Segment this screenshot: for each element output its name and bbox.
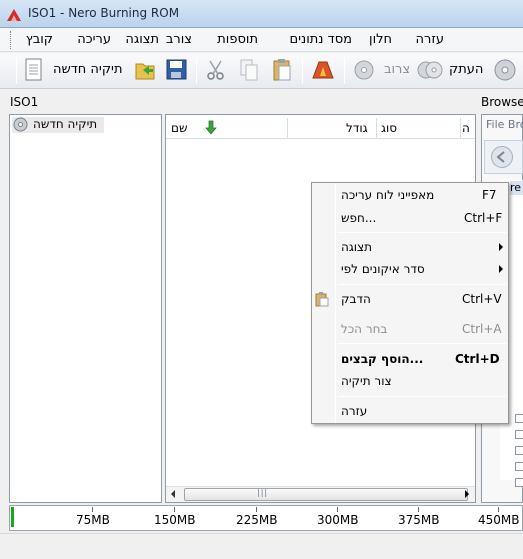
ctx-shortcut: Ctrl+A — [462, 322, 502, 336]
browser-title: Browser — [481, 95, 523, 109]
scroll-left-icon[interactable] — [171, 490, 175, 498]
capacity-label: 450MB — [478, 513, 520, 527]
capacity-label: 225MB — [236, 513, 278, 527]
menu-view[interactable]: תצוגה — [125, 32, 159, 47]
menu-help[interactable]: עזרה — [416, 32, 444, 47]
ctx-add-files[interactable]: הוסף קבצים... — [341, 352, 423, 366]
capacity-tick — [498, 507, 499, 512]
capacity-tick — [174, 507, 175, 512]
copy-disc-icon[interactable] — [417, 56, 443, 84]
dvd-icon[interactable] — [492, 56, 518, 84]
window-title: ISO1 - Nero Burning ROM — [28, 6, 180, 20]
status-bar — [0, 533, 523, 559]
nero-logo-icon — [7, 9, 21, 21]
menu-separator — [338, 396, 506, 397]
capacity-label: 75MB — [76, 513, 110, 527]
browser-tree-label: re — [510, 181, 522, 194]
thumb-grip-icon: ||| — [257, 488, 269, 497]
expand-plus-icon[interactable] — [515, 462, 523, 471]
expand-plus-icon[interactable] — [515, 414, 523, 423]
capacity-tick — [92, 507, 93, 512]
burn-button[interactable]: צרוב — [384, 62, 410, 77]
column-divider[interactable] — [287, 118, 288, 138]
toolbar-separator — [196, 58, 197, 84]
menu-grip[interactable] — [10, 31, 13, 49]
capacity-label: 375MB — [398, 513, 440, 527]
sort-arrow-icon — [205, 120, 217, 135]
expand-plus-icon[interactable] — [515, 430, 523, 439]
capacity-label: 300MB — [317, 513, 359, 527]
ctx-find[interactable]: חפש... — [341, 211, 376, 225]
column-divider[interactable] — [376, 118, 377, 138]
paste-icon — [315, 292, 329, 307]
ctx-shortcut: Ctrl+D — [455, 352, 500, 366]
menu-file[interactable]: קובץ — [26, 32, 53, 47]
save-icon[interactable] — [164, 56, 188, 84]
ctx-help[interactable]: עזרה — [341, 404, 367, 418]
cd-icon — [13, 117, 28, 132]
ctx-create-folder[interactable]: צור תיקיה — [341, 374, 392, 388]
menu-separator — [338, 284, 506, 285]
copy-icon[interactable] — [237, 56, 261, 84]
new-document-icon[interactable] — [22, 56, 46, 84]
ctx-shortcut: Ctrl+F — [464, 211, 503, 225]
new-compilation-icon[interactable] — [133, 56, 157, 84]
toolbar-separator — [16, 58, 17, 84]
column-divider[interactable] — [460, 118, 461, 138]
ctx-compilation-properties[interactable]: מאפייני לוח עריכה — [341, 188, 434, 202]
capacity-tick — [337, 507, 338, 512]
menu-bar: קובץ עריכה תצוגה צורב תוספות מסד נתונים … — [0, 28, 523, 52]
ctx-shortcut: Ctrl+V — [462, 292, 502, 306]
ctx-select-all[interactable]: בחר הכל — [341, 322, 387, 336]
scrollbar-thumb[interactable] — [184, 488, 468, 501]
tree-item-label: תיקיה חדשה — [33, 117, 98, 131]
ctx-arrange-icons[interactable]: סדר איקונים לפי — [341, 262, 425, 276]
scroll-right-icon[interactable] — [465, 490, 469, 498]
capacity-label: 150MB — [154, 513, 196, 527]
copy-button[interactable]: העתק — [449, 62, 483, 77]
compilation-title: ISO1 — [10, 95, 39, 109]
expand-plus-icon[interactable] — [515, 478, 523, 487]
ctx-shortcut: F7 — [482, 188, 497, 202]
menu-edit[interactable]: עריכה — [77, 32, 111, 47]
toolbar-separator — [302, 58, 303, 84]
menu-separator — [338, 232, 506, 233]
ctx-paste[interactable]: הדבק — [341, 292, 371, 306]
menu-recorder[interactable]: צורב — [166, 32, 192, 47]
column-type[interactable]: סוג — [381, 121, 397, 135]
submenu-arrow-icon — [499, 243, 503, 251]
menu-window[interactable]: חלון — [369, 32, 392, 47]
context-menu-gutter — [335, 183, 336, 423]
column-truncated[interactable]: ה — [462, 121, 470, 135]
column-name[interactable]: שם — [171, 121, 187, 135]
capacity-tick — [418, 507, 419, 512]
ctx-view[interactable]: תצוגה — [341, 240, 372, 254]
column-size[interactable]: גודל — [346, 121, 368, 135]
new-compilation-button[interactable]: תיקיה חדשה — [53, 62, 123, 77]
menu-database[interactable]: מסד נתונים — [289, 32, 352, 47]
expand-plus-icon[interactable] — [515, 446, 523, 455]
browser-tab[interactable]: File Bro — [486, 118, 523, 131]
menu-extras[interactable]: תוספות — [217, 32, 258, 47]
capacity-tick — [256, 507, 257, 512]
compilation-tree[interactable] — [9, 114, 162, 503]
toolbar-separator — [344, 58, 345, 84]
submenu-arrow-icon — [499, 265, 503, 273]
cut-icon[interactable] — [204, 56, 228, 84]
disc-icon[interactable] — [352, 56, 376, 84]
paste-icon[interactable] — [270, 56, 294, 84]
capacity-fill — [11, 507, 14, 527]
back-arrow-glyph-icon — [496, 151, 505, 163]
burn-icon[interactable] — [310, 56, 336, 84]
menu-separator — [338, 343, 506, 344]
